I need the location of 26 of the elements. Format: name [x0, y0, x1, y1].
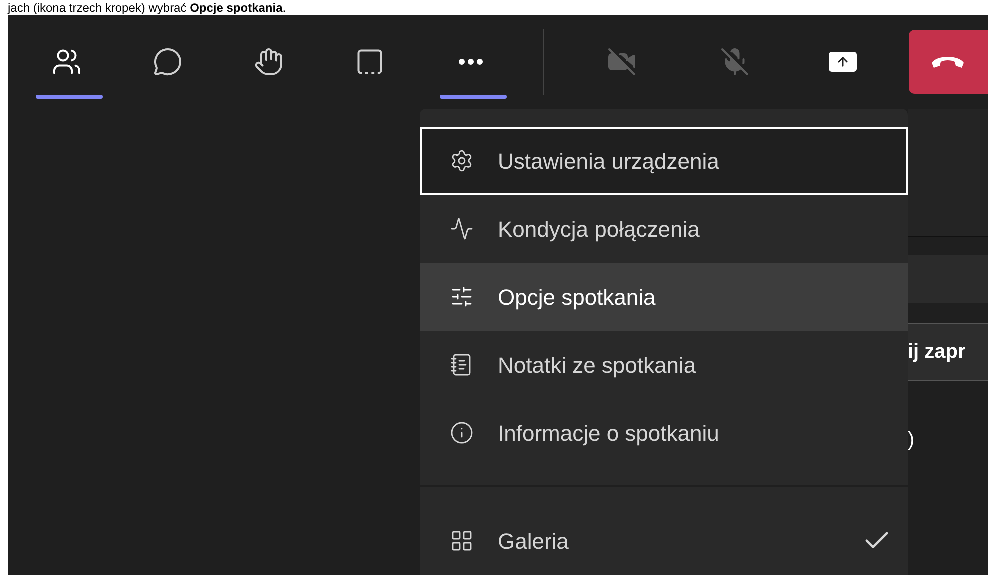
grid-icon — [450, 529, 474, 553]
settings-icon — [450, 149, 474, 173]
panel-text: ) — [908, 428, 915, 453]
sliders-icon — [450, 285, 474, 309]
menu-item[interactable]: Informacje o spotkaniu — [420, 399, 908, 467]
invite-button[interactable]: ij zapr — [908, 323, 988, 381]
pulse-icon — [450, 217, 474, 241]
mic-off-icon — [720, 47, 750, 77]
menu-item[interactable]: Kondycja połączenia — [420, 195, 908, 263]
phone-icon — [931, 55, 966, 69]
hand-icon — [254, 47, 284, 77]
menu-item[interactable]: Galeria — [420, 507, 908, 575]
menu-item[interactable]: Ustawienia urządzenia — [420, 127, 908, 195]
square-icon — [354, 47, 384, 77]
share-tray-icon — [829, 52, 858, 72]
info-icon — [450, 421, 474, 445]
hang-up-button[interactable] — [908, 30, 988, 94]
more-icon — [458, 59, 482, 65]
instruction-text: jach (ikona trzech kropek) wybrać Opcje spotkania. — [8, 0, 286, 14]
camera-off-icon — [607, 47, 638, 77]
active-indicator — [36, 95, 103, 99]
chat-icon — [152, 47, 182, 77]
menu-item[interactable]: Opcje spotkania — [420, 263, 908, 331]
menu-item[interactable]: Notatki ze spotkania — [420, 331, 908, 399]
people-icon — [52, 47, 82, 77]
active-indicator — [440, 95, 507, 99]
